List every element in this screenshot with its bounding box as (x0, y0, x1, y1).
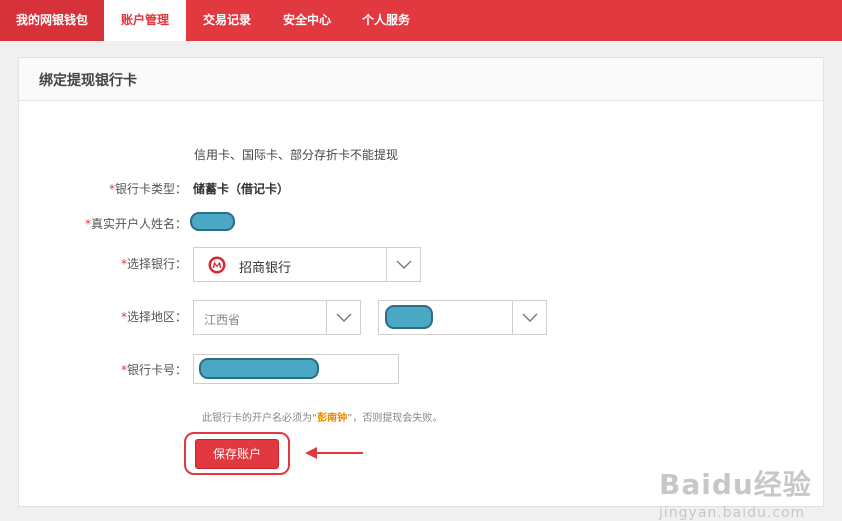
card-number-label-text: 银行卡号： (126, 363, 187, 377)
baidu-watermark: Baidu经验 jingyan.baidu.com (659, 463, 812, 521)
top-navigation: 我的网银钱包 账户管理 交易记录 安全中心 个人服务 (0, 0, 842, 41)
bank-label-text: 选择银行： (126, 257, 187, 271)
region-label: *选择地区： (27, 308, 187, 325)
card-type-value: 储蓄卡（借记卡） (193, 182, 290, 196)
nav-item-wallet[interactable]: 我的网银钱包 (0, 0, 104, 41)
card-type-label: *银行卡类型： (27, 180, 187, 197)
panel-title: 绑定提现银行卡 (19, 58, 823, 101)
hint-suffix: ”，否则提现会失败。 (347, 413, 443, 424)
card-number-label: *银行卡号： (27, 361, 187, 378)
chevron-down-icon[interactable] (386, 248, 420, 281)
city-redacted (385, 305, 433, 329)
holder-name-label: *真实开户人姓名： (27, 215, 187, 232)
holder-name-label-text: 真实开户人姓名： (90, 217, 187, 231)
annotation-arrow-icon (305, 447, 363, 459)
watermark-logo: Baidu经验 (659, 468, 812, 501)
card-number-input[interactable] (193, 354, 399, 384)
nav-item-personal-services[interactable]: 个人服务 (346, 0, 426, 41)
bank-select-value: 招商银行 (239, 261, 292, 276)
save-button-highlight: 保存账户 (184, 432, 290, 475)
nav-item-transactions[interactable]: 交易记录 (186, 0, 268, 41)
card-type-label-text: 银行卡类型： (114, 182, 187, 196)
nav-item-security[interactable]: 安全中心 (268, 0, 346, 41)
hint-prefix: 此银行卡的开户名必须为“ (202, 413, 318, 424)
save-account-button[interactable]: 保存账户 (195, 438, 279, 469)
hint-account-name: 彭南钟 (317, 413, 348, 424)
city-select[interactable] (378, 300, 547, 335)
bind-card-panel: 绑定提现银行卡 信用卡、国际卡、部分存折卡不能提现 *银行卡类型： 储蓄卡（借记… (18, 57, 824, 521)
province-select[interactable]: 江西省 (193, 300, 361, 335)
card-number-redacted (199, 358, 319, 379)
region-label-text: 选择地区： (126, 310, 187, 324)
cmb-bank-logo-icon (208, 256, 226, 278)
holder-name-redacted (190, 212, 235, 231)
chevron-down-icon[interactable] (512, 301, 546, 334)
bank-select[interactable]: 招商银行 (193, 247, 421, 282)
province-select-value: 江西省 (204, 313, 241, 327)
watermark-url: jingyan.baidu.com (659, 505, 806, 521)
nav-item-account-management[interactable]: 账户管理 (104, 0, 186, 41)
bank-label: *选择银行： (27, 255, 187, 272)
chevron-down-icon[interactable] (326, 301, 360, 334)
card-restriction-notice: 信用卡、国际卡、部分存折卡不能提现 (194, 148, 399, 162)
account-name-hint: 此银行卡的开户名必须为“彭南钟”，否则提现会失败。 (202, 409, 442, 424)
